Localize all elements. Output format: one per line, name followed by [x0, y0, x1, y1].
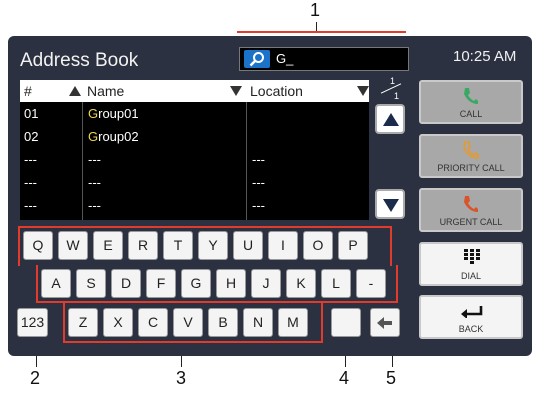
callout-1: 1 — [310, 0, 321, 20]
priority-call-label: PRIORITY CALL — [437, 163, 505, 173]
table-row[interactable]: 01 Group01 — [20, 103, 369, 126]
callout-2: 2 — [30, 368, 41, 388]
page-current: 1 — [390, 76, 396, 86]
name-rest: roup02 — [98, 129, 139, 144]
backspace-key[interactable] — [370, 308, 400, 337]
mode-switch-key[interactable]: 123 — [17, 308, 48, 337]
name-match: G — [88, 129, 99, 144]
name-rest: roup01 — [98, 106, 139, 121]
sort-up-icon[interactable] — [69, 86, 81, 96]
callout-frame-letters-row1 — [18, 226, 392, 266]
table-row[interactable]: --- --- --- — [20, 172, 369, 195]
phone-icon — [463, 141, 479, 159]
page-title: Address Book — [20, 50, 139, 71]
keypad-icon — [464, 249, 480, 264]
row-name: --- — [88, 198, 101, 213]
arrow-down-icon — [383, 199, 399, 212]
space-key[interactable] — [331, 308, 361, 337]
urgent-call-button[interactable]: URGENT CALL — [419, 188, 523, 232]
back-label: BACK — [458, 324, 484, 334]
call-button[interactable]: CALL — [419, 80, 523, 124]
row-name: --- — [88, 152, 101, 167]
row-location: --- — [252, 198, 265, 213]
intercom-screen: Address Book G_ 10:25 AM # Name Location… — [8, 36, 532, 356]
phone-icon — [464, 196, 478, 212]
search-text: G_ — [276, 51, 294, 66]
dial-label: DIAL — [460, 271, 481, 281]
row-number: --- — [24, 152, 37, 167]
col-name-header[interactable]: Name — [87, 83, 124, 99]
sort-down-icon[interactable] — [357, 86, 369, 96]
callout-3: 3 — [176, 368, 187, 388]
page-total: 1 — [394, 91, 400, 101]
urgent-call-label: URGENT CALL — [439, 217, 503, 227]
row-number: --- — [24, 175, 37, 190]
back-button[interactable]: BACK — [419, 295, 523, 339]
search-icon[interactable] — [244, 50, 270, 68]
scroll-up-button[interactable] — [375, 104, 405, 134]
row-number: --- — [24, 198, 37, 213]
phone-icon — [464, 88, 478, 104]
priority-call-button[interactable]: PRIORITY CALL — [419, 134, 523, 178]
clock: 10:25 AM — [453, 48, 517, 65]
row-name: --- — [88, 175, 101, 190]
row-number: 01 — [24, 106, 39, 121]
table-row[interactable]: --- --- --- — [20, 149, 369, 172]
table-header: # Name Location — [20, 80, 369, 102]
row-number: 02 — [24, 129, 39, 144]
callout-1-bar — [237, 31, 406, 33]
name-match: G — [88, 106, 99, 121]
back-arrow-icon — [461, 306, 483, 318]
row-location: --- — [252, 152, 265, 167]
callout-5: 5 — [386, 368, 397, 388]
sort-down-icon[interactable] — [230, 86, 242, 96]
call-label: CALL — [459, 109, 483, 119]
address-table: # Name Location 01 Group01 02 Group02 --… — [20, 80, 369, 220]
callout-frame-letters-row3 — [63, 302, 323, 343]
arrow-up-icon — [383, 113, 399, 126]
search-input[interactable]: G_ — [239, 47, 409, 71]
page-indicator: 1 1 — [378, 76, 404, 102]
row-location: --- — [252, 175, 265, 190]
row-name: Group02 — [88, 129, 139, 144]
callout-frame-letters-row2 — [36, 265, 398, 303]
callout-4: 4 — [339, 368, 350, 388]
backspace-arrow-icon — [377, 317, 392, 329]
row-name: Group01 — [88, 106, 139, 121]
col-location-header[interactable]: Location — [250, 83, 303, 99]
scroll-down-button[interactable] — [375, 189, 405, 219]
table-row[interactable]: --- --- --- — [20, 195, 369, 218]
table-row[interactable]: 02 Group02 — [20, 126, 369, 149]
col-num-header[interactable]: # — [24, 83, 32, 99]
dial-button[interactable]: DIAL — [419, 242, 523, 286]
